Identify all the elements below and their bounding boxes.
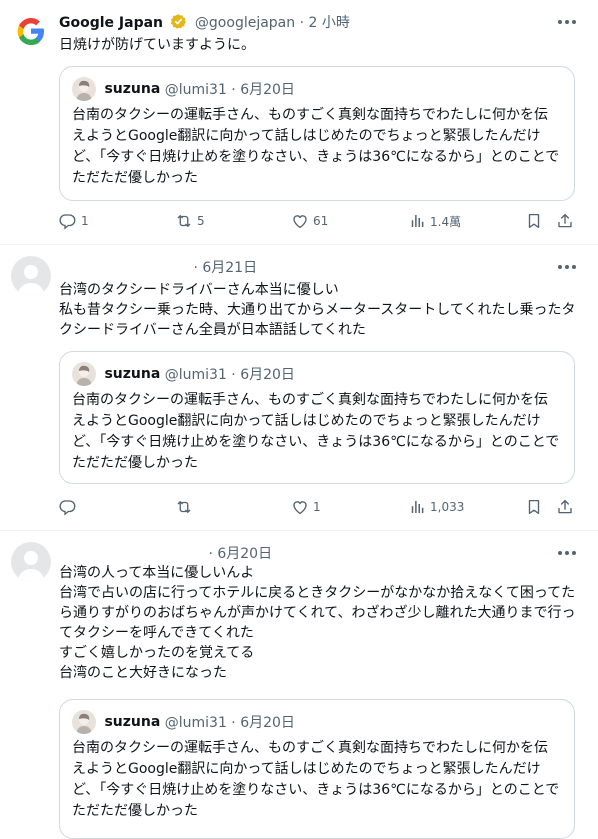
repost-icon — [175, 498, 193, 516]
avatar[interactable] — [11, 256, 51, 296]
quoted-tweet[interactable]: suzuna @lumi31 · 6月20日 台南のタクシーの運転手さん、ものす… — [59, 351, 575, 484]
quoted-tweet-text: 台南のタクシーの運転手さん、ものすごく真剣な面持ちでわたしに何かを伝えようとGo… — [72, 392, 560, 471]
tweet[interactable]: Google Japan @googlejapan · 2 小時 日焼けが防げて… — [0, 0, 598, 245]
quoted-author-name: suzuna — [104, 81, 161, 97]
tweet-header: Google Japan @googlejapan · 2 小時 — [59, 12, 558, 32]
action-bar: 1 1,033 — [59, 498, 578, 518]
like-button[interactable]: 61 — [291, 212, 328, 232]
tweet-text: 台湾のタクシードライバーさん本当に優しい 私も昔タクシー乗った時、大通り出てから… — [59, 282, 576, 338]
repost-count: 5 — [197, 214, 205, 228]
bookmark-icon — [525, 498, 543, 516]
tweet[interactable]: · 6月21日 台湾のタクシードライバーさん本当に優しい 私も昔タクシー乗った時… — [0, 245, 598, 531]
share-button[interactable] — [556, 212, 574, 232]
tweet-meta: @googlejapan · 2 小時 — [194, 15, 350, 31]
avatar — [72, 77, 96, 101]
reply-icon — [59, 498, 77, 516]
views-button[interactable]: 1,033 — [408, 498, 464, 518]
view-count: 1.4萬 — [430, 214, 462, 229]
tweet-text: 台湾の人って本当に優しいんよ 台湾で占いの店に行ってホテルに戻るときタクシーがな… — [59, 565, 576, 681]
action-bar: 1 5 61 1.4萬 — [59, 212, 578, 232]
quoted-tweet-meta: @lumi31 · 6月20日 — [164, 715, 295, 731]
like-count: 61 — [313, 214, 329, 228]
reply-icon — [59, 212, 77, 230]
views-icon — [408, 498, 426, 516]
author-name[interactable]: Google Japan — [59, 15, 163, 31]
quoted-tweet-text: 台南のタクシーの運転手さん、ものすごく真剣な面持ちでわたしに何かを伝えようとGo… — [72, 740, 560, 819]
share-button[interactable] — [556, 498, 574, 518]
avatar[interactable] — [11, 11, 51, 51]
views-button[interactable]: 1.4萬 — [408, 212, 461, 232]
bookmark-icon — [525, 212, 543, 230]
avatar — [72, 710, 96, 734]
quoted-tweet-header: suzuna @lumi31 · 6月20日 — [72, 362, 295, 386]
tweet-meta: · 6月20日 — [208, 546, 273, 562]
repost-icon — [175, 212, 193, 230]
bookmark-button[interactable] — [525, 498, 543, 518]
tweet-text: 日焼けが防げていますように。 — [59, 37, 255, 53]
verified-gold-badge-icon[interactable] — [170, 13, 187, 30]
quoted-tweet-meta: @lumi31 · 6月20日 — [164, 367, 295, 383]
view-count: 1,033 — [430, 500, 465, 514]
quoted-tweet-header: suzuna @lumi31 · 6月20日 — [72, 77, 295, 101]
quoted-tweet-text: 台南のタクシーの運転手さん、ものすごく真剣な面持ちでわたしに何かを伝えようとGo… — [72, 107, 560, 186]
repost-button[interactable] — [175, 498, 197, 518]
share-icon — [556, 212, 574, 230]
tweet-header: · 6月21日 — [59, 257, 558, 277]
quoted-tweet[interactable]: suzuna @lumi31 · 6月20日 台南のタクシーの運転手さん、ものす… — [59, 66, 575, 201]
tweet-header: · 6月20日 — [59, 543, 558, 563]
like-count: 1 — [313, 500, 321, 514]
views-icon — [408, 212, 426, 230]
more-icon[interactable] — [556, 257, 578, 277]
repost-button[interactable]: 5 — [175, 212, 205, 232]
quoted-author-name: suzuna — [104, 714, 161, 730]
bookmark-button[interactable] — [525, 212, 543, 232]
reply-button[interactable] — [59, 498, 81, 518]
more-icon[interactable] — [556, 12, 578, 32]
tweet[interactable]: · 6月20日 台湾の人って本当に優しいんよ 台湾で占いの店に行ってホテルに戻る… — [0, 531, 598, 839]
more-icon[interactable] — [556, 543, 578, 563]
reply-button[interactable]: 1 — [59, 212, 89, 232]
tweet-meta: · 6月21日 — [193, 260, 258, 276]
avatar — [72, 362, 96, 386]
reply-count: 1 — [81, 214, 89, 228]
like-icon — [291, 212, 309, 230]
google-logo-icon — [11, 11, 51, 51]
like-icon — [291, 498, 309, 516]
avatar[interactable] — [11, 542, 51, 582]
like-button[interactable]: 1 — [291, 498, 321, 518]
share-icon — [556, 498, 574, 516]
quoted-tweet-header: suzuna @lumi31 · 6月20日 — [72, 710, 295, 734]
quoted-tweet-meta: @lumi31 · 6月20日 — [164, 82, 295, 98]
quoted-author-name: suzuna — [104, 366, 161, 382]
quoted-tweet[interactable]: suzuna @lumi31 · 6月20日 台南のタクシーの運転手さん、ものす… — [59, 699, 575, 839]
